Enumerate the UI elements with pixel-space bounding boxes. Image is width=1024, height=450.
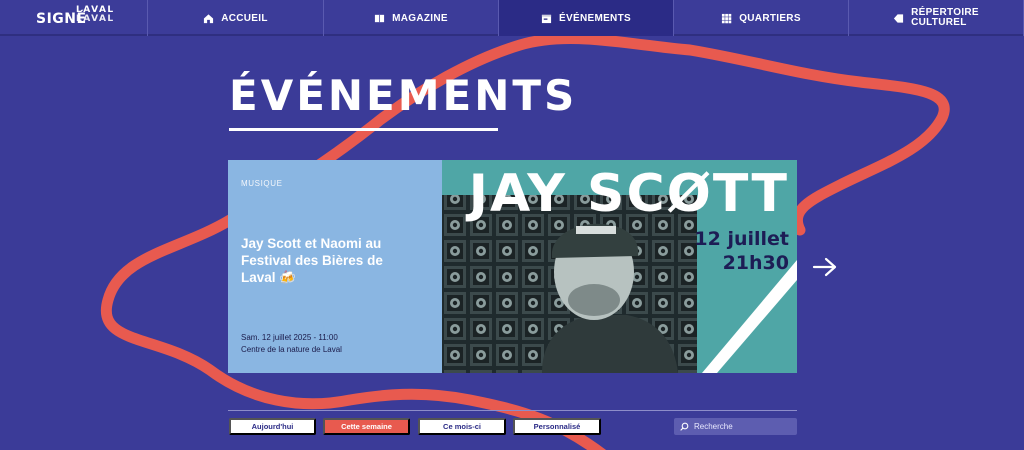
event-headline[interactable]: Jay Scott et Naomi au Festival des Bière…	[241, 235, 411, 286]
filters-divider	[228, 410, 797, 411]
nav-item-label: ÉVÉNEMENTS	[559, 12, 631, 24]
filter-personnalise[interactable]: Personnalisé	[513, 418, 601, 435]
calendar-icon	[541, 14, 552, 23]
search-input[interactable]	[694, 422, 794, 431]
event-card-info: MUSIQUE Jay Scott et Naomi au Festival d…	[228, 160, 442, 373]
nav-item-repertoire-culturel[interactable]: RÉPERTOIRE CULTUREL	[849, 0, 1024, 36]
nav-item-evenements[interactable]: ÉVÉNEMENTS	[499, 0, 674, 36]
top-navigation: SIGNÉ LAVAL LAVAL ACCUEIL MAGAZINE ÉVÉNE…	[0, 0, 1024, 36]
search-box[interactable]	[674, 418, 797, 435]
nav-item-label: MAGAZINE	[392, 12, 448, 24]
event-poster-image: JAY SCØTT 12 juillet 21h30	[442, 160, 797, 373]
event-date: Sam. 12 juillet 2025 - 11:00	[241, 333, 338, 342]
tag-icon	[893, 13, 904, 23]
search-icon	[680, 422, 689, 431]
filter-aujourdhui[interactable]: Aujourd'hui	[229, 418, 316, 435]
nav-item-magazine[interactable]: MAGAZINE	[324, 0, 499, 36]
next-arrow-icon[interactable]	[812, 256, 838, 278]
filter-cette-semaine[interactable]: Cette semaine	[323, 418, 410, 435]
nav-item-accueil[interactable]: ACCUEIL	[148, 0, 324, 36]
logo-laval-text: LAVAL LAVAL	[76, 5, 115, 24]
poster-datetime: 12 juillet 21h30	[694, 228, 789, 274]
nav-item-label: RÉPERTOIRE CULTUREL	[911, 7, 979, 28]
nav-item-label: ACCUEIL	[221, 12, 268, 24]
filter-ce-mois-ci[interactable]: Ce mois-ci	[418, 418, 506, 435]
magazine-icon	[375, 14, 385, 22]
event-category: MUSIQUE	[241, 179, 283, 188]
home-icon	[204, 13, 214, 23]
poster-artist-name: JAY SCØTT	[468, 164, 789, 224]
page-title: ÉVÉNEMENTS	[229, 71, 578, 120]
nav-item-label: QUARTIERS	[739, 12, 801, 24]
event-venue: Centre de la nature de Laval	[241, 345, 342, 354]
nav-item-quartiers[interactable]: QUARTIERS	[674, 0, 849, 36]
site-logo[interactable]: SIGNÉ LAVAL LAVAL	[0, 0, 148, 36]
grid-icon	[722, 13, 732, 23]
event-card[interactable]: MUSIQUE Jay Scott et Naomi au Festival d…	[228, 160, 797, 373]
title-underline	[229, 128, 498, 131]
beer-emoji-icon: 🍻	[279, 270, 297, 285]
